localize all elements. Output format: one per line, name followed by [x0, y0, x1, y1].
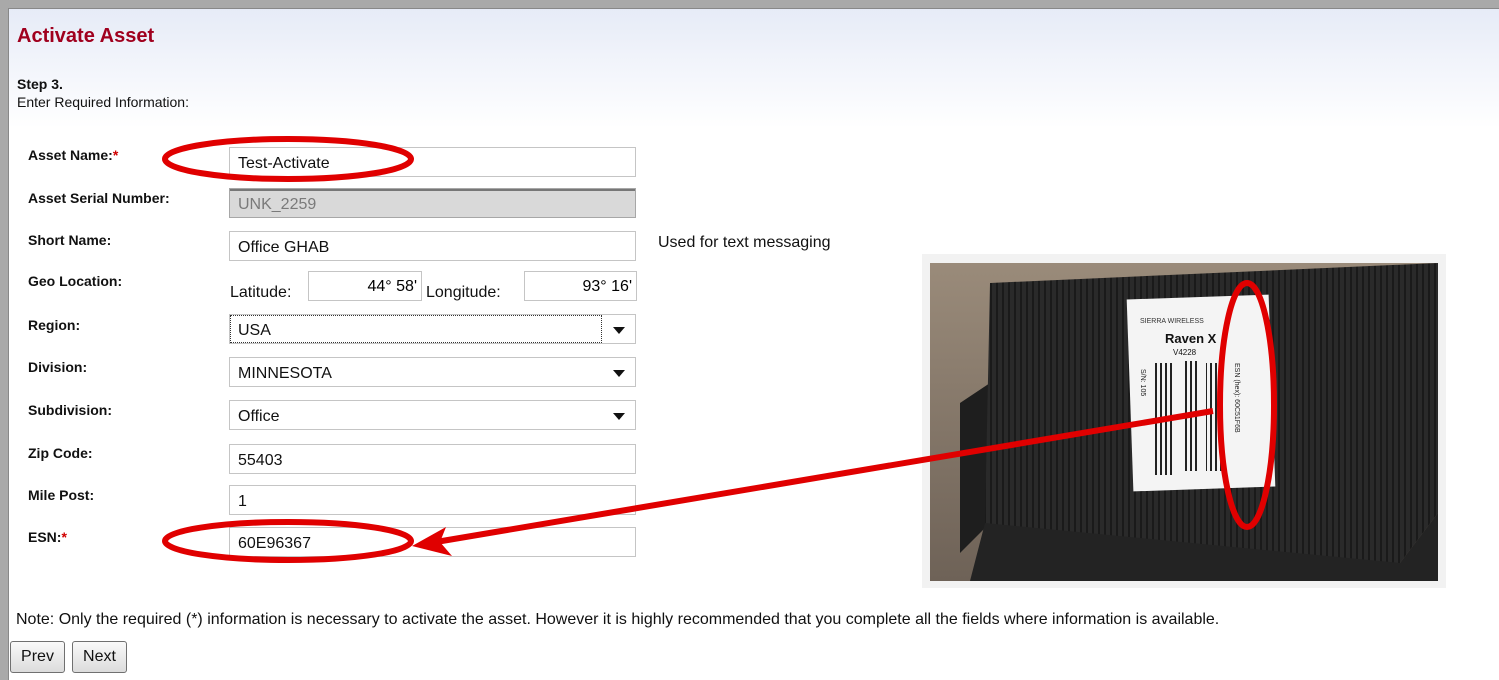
chevron-down-icon: [613, 327, 625, 334]
subdivision-label: Subdivision:: [28, 402, 112, 418]
region-label: Region:: [28, 317, 81, 333]
zip-code-value: 55403: [238, 452, 283, 469]
step-heading: Step 3.: [17, 76, 63, 92]
asset-name-label: Asset Name:*: [28, 147, 119, 163]
asset-name-input[interactable]: Test-Activate: [229, 147, 636, 177]
asset-serial-value: UNK_2259: [238, 196, 317, 213]
chevron-down-icon: [613, 413, 625, 420]
esn-input[interactable]: 60E96367: [229, 527, 636, 557]
region-select[interactable]: USA: [229, 314, 636, 344]
longitude-value: 93° 16': [582, 278, 633, 295]
asset-name-value: Test-Activate: [238, 155, 330, 172]
device-brand: SIERRA WIRELESS: [1140, 318, 1204, 325]
asset-serial-input: UNK_2259: [229, 188, 636, 218]
latitude-value: 44° 58': [367, 278, 418, 295]
longitude-input[interactable]: 93° 16': [524, 271, 637, 301]
zip-code-input[interactable]: 55403: [229, 444, 636, 474]
esn-label: ESN:*: [28, 529, 67, 545]
page-title: Activate Asset: [17, 25, 155, 47]
division-select[interactable]: MINNESOTA: [229, 357, 636, 387]
step-instruction: Enter Required Information:: [17, 94, 189, 110]
required-info-note: Note: Only the required (*) information …: [16, 611, 1220, 628]
short-name-hint: Used for text messaging: [658, 234, 831, 251]
device-serial-label: S/N: 105: [1139, 369, 1146, 396]
chevron-down-icon: [613, 370, 625, 377]
esn-value: 60E96367: [238, 535, 311, 552]
required-marker: *: [112, 147, 119, 163]
raven-x-modem-image: SIERRA WIRELESS Raven X V4228 S/N: 105 E…: [930, 263, 1438, 581]
mile-post-input[interactable]: 1: [229, 485, 636, 515]
latitude-label: Latitude:: [230, 284, 292, 301]
subdivision-select[interactable]: Office: [229, 400, 636, 430]
device-photo: SIERRA WIRELESS Raven X V4228 S/N: 105 E…: [922, 254, 1446, 588]
longitude-label: Longitude:: [426, 284, 501, 301]
mile-post-value: 1: [238, 493, 247, 510]
next-button[interactable]: Next: [72, 641, 127, 673]
short-name-label: Short Name:: [28, 232, 112, 248]
asset-serial-label: Asset Serial Number:: [28, 190, 170, 206]
subdivision-value: Office: [238, 408, 280, 425]
focus-ring: [230, 315, 602, 343]
division-label: Division:: [28, 359, 88, 375]
zip-code-label: Zip Code:: [28, 445, 93, 461]
mile-post-label: Mile Post:: [28, 487, 95, 503]
latitude-input[interactable]: 44° 58': [308, 271, 422, 301]
device-model-code: V4228: [1173, 348, 1197, 357]
required-marker: *: [61, 529, 67, 545]
division-value: MINNESOTA: [238, 365, 332, 382]
prev-button[interactable]: Prev: [10, 641, 65, 673]
short-name-input[interactable]: Office GHAB: [229, 231, 636, 261]
device-esn-label: ESN (hex): 60C51F6B: [1233, 363, 1240, 433]
short-name-value: Office GHAB: [238, 239, 330, 256]
geo-location-label: Geo Location:: [28, 273, 123, 289]
device-model: Raven X: [1165, 331, 1217, 346]
